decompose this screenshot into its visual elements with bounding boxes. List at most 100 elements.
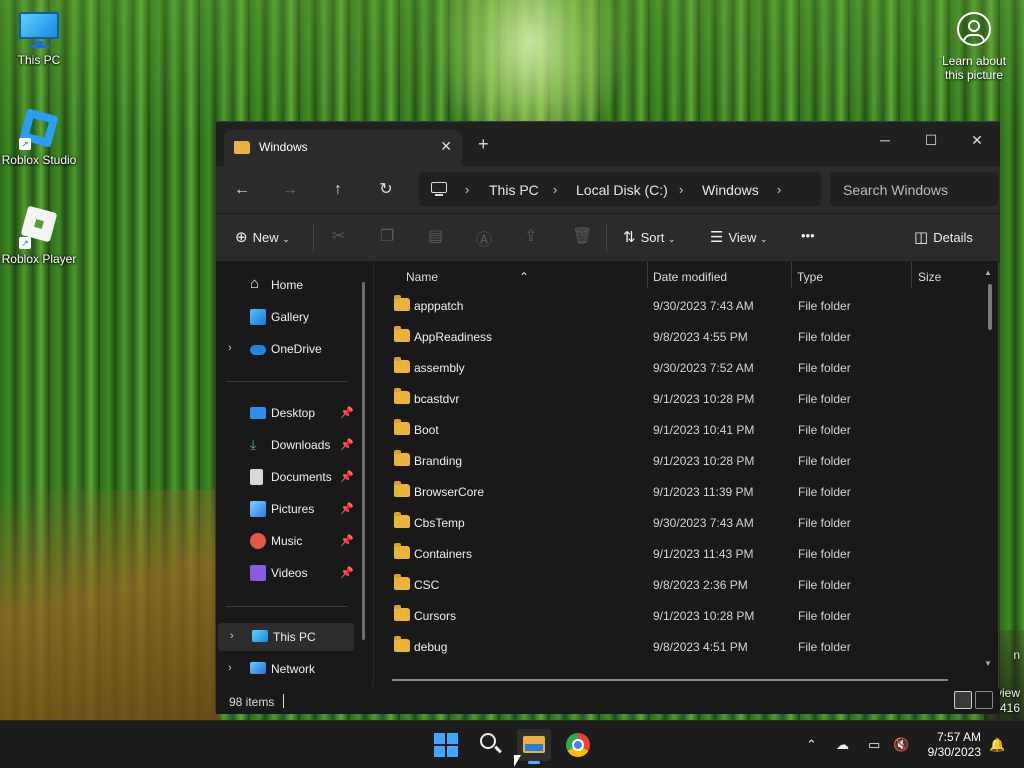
new-button[interactable]: ⊕ New ⌄ xyxy=(235,228,290,246)
file-type: File folder xyxy=(798,640,851,654)
search-button[interactable] xyxy=(473,729,507,761)
file-row[interactable]: Containers 9/1/2023 11:43 PM File folder xyxy=(390,538,982,569)
chrome-taskbar-button[interactable] xyxy=(561,729,595,761)
horizontal-scrollbar-thumb[interactable] xyxy=(392,679,948,681)
learn-about-picture[interactable]: Learn about this picture xyxy=(934,12,1014,82)
item-count: 98 items xyxy=(229,695,275,709)
chevron-up-icon[interactable]: ⌃ xyxy=(806,737,817,753)
column-type[interactable]: Type xyxy=(797,270,823,284)
scroll-down-arrow-icon[interactable]: ▼ xyxy=(984,659,992,668)
clock[interactable]: 7:57 AM 9/30/2023 xyxy=(928,730,981,760)
chevron-down-icon: ⌄ xyxy=(668,234,676,244)
file-row[interactable]: CbsTemp 9/30/2023 7:43 AM File folder xyxy=(390,507,982,538)
column-divider[interactable] xyxy=(647,262,648,288)
pin-icon[interactable]: 📌 xyxy=(340,470,354,483)
close-tab-icon[interactable]: ✕ xyxy=(440,138,452,155)
sidebar-item-downloads[interactable]: ⤓ Downloads 📌 xyxy=(216,431,366,459)
pin-icon[interactable]: 📌 xyxy=(340,438,354,451)
minimize-button[interactable]: ─ xyxy=(862,126,908,154)
breadcrumb-local-disk[interactable]: Local Disk (C:) xyxy=(576,182,668,198)
column-size[interactable]: Size xyxy=(918,270,941,284)
file-row[interactable]: Boot 9/1/2023 10:41 PM File folder xyxy=(390,414,982,445)
file-row[interactable]: debug 9/8/2023 4:51 PM File folder xyxy=(390,631,982,662)
active-indicator xyxy=(528,761,540,764)
search-input[interactable]: Search Windows xyxy=(830,172,998,206)
file-explorer-taskbar-button[interactable] xyxy=(517,729,551,764)
back-arrow-icon[interactable]: ← xyxy=(227,177,257,203)
file-row[interactable]: assembly 9/30/2023 7:52 AM File folder xyxy=(390,352,982,383)
file-row[interactable]: BrowserCore 9/1/2023 11:39 PM File folder xyxy=(390,476,982,507)
volume-muted-icon[interactable]: 🔇 xyxy=(893,737,909,753)
sidebar-item-music[interactable]: Music 📌 xyxy=(216,527,366,555)
column-name[interactable]: Name xyxy=(406,270,438,284)
pin-icon[interactable]: 📌 xyxy=(340,406,354,419)
forward-arrow-icon[interactable]: → xyxy=(275,177,305,203)
column-divider[interactable] xyxy=(791,262,792,288)
sidebar-item-desktop[interactable]: Desktop 📌 xyxy=(216,399,366,427)
sidebar-item-this-pc[interactable]: › This PC xyxy=(218,623,354,651)
file-row[interactable]: AppReadiness 9/8/2023 4:55 PM File folder xyxy=(390,321,982,352)
start-button[interactable] xyxy=(429,729,463,761)
close-button[interactable]: ✕ xyxy=(954,126,1000,154)
column-date-modified[interactable]: Date modified xyxy=(653,270,727,284)
cut-icon[interactable]: ✂ xyxy=(332,226,345,246)
tab-windows[interactable]: Windows ✕ xyxy=(224,130,462,166)
sidebar-item-gallery[interactable]: Gallery xyxy=(216,303,366,331)
details-button[interactable]: ◫ Details xyxy=(914,228,973,246)
maximize-button[interactable]: ☐ xyxy=(908,126,954,154)
column-divider[interactable] xyxy=(911,262,912,288)
rename-icon[interactable]: Ⓐ xyxy=(476,226,492,250)
file-row[interactable]: apppatch 9/30/2023 7:43 AM File folder xyxy=(390,290,982,321)
file-date-modified: 9/1/2023 11:39 PM xyxy=(653,485,754,499)
view-button[interactable]: ☰ View ⌄ xyxy=(710,228,768,246)
sidebar-item-home[interactable]: ⌂ Home xyxy=(216,271,366,299)
breadcrumb-this-pc[interactable]: This PC xyxy=(489,182,539,198)
display-icon[interactable]: ▭ xyxy=(868,737,880,753)
chevron-right-icon[interactable]: › xyxy=(228,662,232,674)
paste-icon[interactable]: ▤ xyxy=(428,226,443,246)
desktop-icon-roblox-player[interactable]: ↗ Roblox Player xyxy=(0,205,78,266)
file-name: BrowserCore xyxy=(414,485,485,499)
details-view-icon[interactable] xyxy=(954,691,972,709)
sort-button[interactable]: ⇅ Sort ⌄ xyxy=(623,228,676,246)
onedrive-status-icon[interactable]: ☁ xyxy=(836,737,849,753)
share-icon[interactable]: ⇪ xyxy=(524,226,537,246)
file-date-modified: 9/8/2023 2:36 PM xyxy=(653,578,748,592)
vertical-scrollbar-thumb[interactable] xyxy=(988,284,992,330)
sidebar-item-network[interactable]: › Network xyxy=(216,655,366,683)
pin-icon[interactable]: 📌 xyxy=(340,502,354,515)
windows-logo-icon xyxy=(434,733,458,757)
nav-scrollbar[interactable] xyxy=(362,282,365,640)
copy-icon[interactable]: ❐ xyxy=(380,226,394,246)
sidebar-item-onedrive[interactable]: › OneDrive xyxy=(216,335,366,363)
chevron-right-icon[interactable]: › xyxy=(228,342,232,354)
file-name: Containers xyxy=(414,547,473,561)
refresh-icon[interactable]: ↻ xyxy=(371,177,401,203)
file-date-modified: 9/30/2023 7:43 AM xyxy=(653,516,754,530)
sidebar-item-label: Videos xyxy=(271,566,308,580)
file-row[interactable]: Branding 9/1/2023 10:28 PM File folder xyxy=(390,445,982,476)
notification-bell-icon[interactable]: 🔔 xyxy=(989,737,1005,753)
breadcrumb-windows[interactable]: Windows xyxy=(702,182,759,198)
sidebar-item-videos[interactable]: Videos 📌 xyxy=(216,559,366,587)
pin-icon[interactable]: 📌 xyxy=(340,534,354,547)
pin-icon[interactable]: 📌 xyxy=(340,566,354,579)
sidebar-item-documents[interactable]: Documents 📌 xyxy=(216,463,366,491)
file-name: Boot xyxy=(414,423,439,437)
delete-icon[interactable]: 🗑 xyxy=(572,226,592,246)
file-row[interactable]: bcastdvr 9/1/2023 10:28 PM File folder xyxy=(390,383,982,414)
more-options-button[interactable]: ••• xyxy=(801,228,815,243)
breadcrumb[interactable]: › This PC › Local Disk (C:) › Windows › xyxy=(419,172,821,206)
sidebar-item-label: Music xyxy=(271,534,303,548)
file-row[interactable]: Cursors 9/1/2023 10:28 PM File folder xyxy=(390,600,982,631)
large-icons-view-icon[interactable] xyxy=(975,691,993,709)
desktop-icon-this-pc[interactable]: This PC xyxy=(0,10,78,67)
new-tab-button[interactable]: + xyxy=(478,134,489,155)
up-arrow-icon[interactable]: ↑ xyxy=(323,177,353,203)
scroll-up-arrow-icon[interactable]: ▲ xyxy=(984,268,992,277)
chevron-right-icon[interactable]: › xyxy=(230,630,234,642)
desktop-icon-roblox-studio[interactable]: ↗ Roblox Studio xyxy=(0,106,78,167)
sidebar-item-pictures[interactable]: Pictures 📌 xyxy=(216,495,366,523)
file-row[interactable]: CSC 9/8/2023 2:36 PM File folder xyxy=(390,569,982,600)
videos-icon xyxy=(250,565,266,581)
